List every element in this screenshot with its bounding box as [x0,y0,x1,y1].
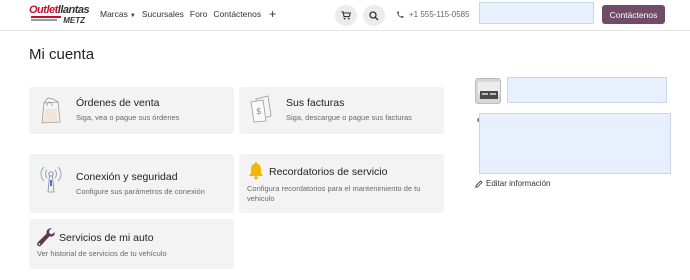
card-title: Conexión y seguridad [76,171,178,183]
profile-address-field[interactable] [479,113,671,174]
profile-name-field[interactable] [507,77,667,103]
nav-foro[interactable]: Foro [190,9,207,19]
contact-button[interactable]: Contáctenos [602,5,665,24]
wrench-icon [37,228,55,247]
invoice-icon: $ [250,95,272,123]
card-description: Ver historial de servicios de tu vehícul… [37,249,167,258]
user-avatar-icon [476,79,500,103]
antenna-icon [40,166,62,193]
cart-button[interactable] [335,5,357,26]
pencil-icon [475,179,483,188]
nav-contactenos[interactable]: Contáctenos [213,9,261,19]
card-car-services[interactable]: Servicios de mi auto Ver historial de se… [29,219,234,269]
logo-stripe [31,19,57,21]
logo-stripe [31,16,61,18]
card-title: Servicios de mi auto [59,232,154,244]
header-search-field[interactable] [479,2,594,24]
caret-down-icon: ▼ [129,13,136,19]
card-sales-orders[interactable]: Órdenes de venta Siga, vea o pague sus ó… [29,87,234,134]
card-title: Recordatorios de servicio [269,166,388,178]
card-description: Configure sus parámetros de conexión [76,187,205,196]
card-title: Órdenes de venta [76,97,160,109]
phone-contact[interactable]: +1 555-115-0585 [396,10,470,19]
bell-icon [249,162,263,180]
phone-number: +1 555-115-0585 [409,10,470,19]
search-button[interactable] [363,5,385,26]
svg-text:$: $ [256,107,262,117]
card-description: Siga, vea o pague sus órdenes [76,113,180,122]
phone-icon [397,10,404,18]
main-nav: Marcas ▼ Sucursales Foro Contáctenos + [100,8,282,20]
search-icon [369,10,379,20]
cart-icon [341,11,351,20]
edit-info-link[interactable]: Editar información [475,179,550,188]
logo-tagline: METZ [63,16,85,25]
card-description: Siga, descargue o pague sus facturas [286,113,412,122]
card-invoices[interactable]: $ Sus facturas Siga, descargue o pague s… [239,87,444,134]
page-title: Mi cuenta [29,46,95,63]
avatar [475,78,501,104]
shopping-bag-icon [41,97,61,124]
card-description: Configura recordatorios para el mantenim… [247,184,421,203]
plus-icon[interactable]: + [269,8,276,20]
card-title: Sus facturas [286,97,345,109]
card-service-reminders[interactable]: Recordatorios de servicio Configura reco… [239,154,444,213]
nav-sucursales[interactable]: Sucursales [142,9,184,19]
edit-info-label: Editar información [486,179,551,188]
nav-marcas[interactable]: Marcas ▼ [100,9,136,19]
top-header: Outletllantas METZ Marcas ▼ Sucursales Fo… [0,0,690,31]
brand-logo[interactable]: Outletllantas METZ [29,4,90,27]
logo-text: Outletllantas [29,4,90,16]
card-connection-security[interactable]: Conexión y seguridad Configure sus parám… [29,154,234,213]
